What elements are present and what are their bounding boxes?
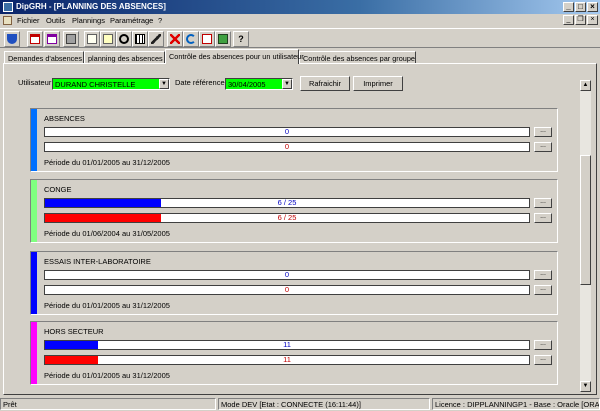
maximize-icon[interactable]: □ xyxy=(575,2,586,12)
used-bar-value: 0 xyxy=(284,270,290,279)
edit-icon[interactable] xyxy=(148,31,164,47)
user-label: Utilisateur xyxy=(18,78,52,87)
details-button[interactable]: ... xyxy=(534,198,552,208)
grid-icon[interactable] xyxy=(132,31,148,47)
date-select[interactable]: 30/04/2005 ▼ xyxy=(225,78,293,90)
used-bar: 0 xyxy=(44,127,530,137)
taken-bar: 0 xyxy=(44,285,530,295)
user-select-value: DURAND CHRISTELLE xyxy=(55,80,136,89)
card-color-stripe xyxy=(31,322,37,384)
mail-icon[interactable] xyxy=(84,31,100,47)
card-color-stripe xyxy=(31,252,37,314)
details-button[interactable]: ... xyxy=(534,340,552,350)
card-title: ABSENCES xyxy=(44,114,85,123)
card-color-stripe xyxy=(31,109,37,171)
remove-document-icon[interactable] xyxy=(199,31,215,47)
window-title: DipGRH - [PLANNING DES ABSENCES] xyxy=(16,2,166,11)
taken-bar-value: 0 xyxy=(284,142,290,151)
date-label: Date référence xyxy=(175,78,225,87)
details-button[interactable]: ... xyxy=(534,213,552,223)
shield-icon[interactable] xyxy=(4,31,20,47)
status-mode: Mode DEV [Etat : CONNECTE (16:11:44)] xyxy=(218,398,430,410)
used-bar-value: 0 xyxy=(284,127,290,136)
book-icon[interactable] xyxy=(215,31,231,47)
card-title: ESSAIS INTER-LABORATOIRE xyxy=(44,257,151,266)
taken-bar: 11 xyxy=(44,355,530,365)
taken-bar-value: 11 xyxy=(283,355,291,364)
taken-bar-value: 0 xyxy=(284,285,290,294)
details-button[interactable]: ... xyxy=(534,142,552,152)
calendar-icon[interactable] xyxy=(27,31,43,47)
help-button[interactable]: ? xyxy=(233,31,249,47)
user-select[interactable]: DURAND CHRISTELLE ▼ xyxy=(52,78,170,90)
calendar-group-icon[interactable] xyxy=(44,31,60,47)
details-button[interactable]: ... xyxy=(534,355,552,365)
card-hors-secteur: HORS SECTEUR 11 ... 11 ... Période du 01… xyxy=(30,321,558,385)
menu-bar: Fichier Outils Plannings Paramétrage ? xyxy=(0,14,600,27)
status-bar: Prêt Mode DEV [Etat : CONNECTE (16:11:44… xyxy=(0,397,600,411)
refresh-button[interactable]: Rafraichir xyxy=(300,76,350,91)
document-icon[interactable] xyxy=(100,31,116,47)
card-period: Période du 01/06/2004 au 31/05/2005 xyxy=(44,229,170,238)
title-bar: DipGRH - [PLANNING DES ABSENCES] _ □ × xyxy=(0,0,600,14)
menu-help[interactable]: ? xyxy=(158,16,162,25)
card-conge: CONGE 6 / 25 ... 6 / 25 ... Période du 0… xyxy=(30,179,558,243)
used-bar: 0 xyxy=(44,270,530,280)
details-button[interactable]: ... xyxy=(534,127,552,137)
toolbar: ? xyxy=(0,28,600,48)
minimize-icon[interactable]: _ xyxy=(563,2,574,12)
taken-bar: 0 xyxy=(44,142,530,152)
refresh-icon[interactable] xyxy=(183,31,199,47)
card-title: CONGE xyxy=(44,185,72,194)
child-close-icon[interactable]: × xyxy=(587,15,598,25)
child-minimize-icon[interactable]: _ xyxy=(563,15,574,25)
card-title: HORS SECTEUR xyxy=(44,327,104,336)
close-icon[interactable]: × xyxy=(587,2,598,12)
chevron-down-icon[interactable]: ▼ xyxy=(282,79,292,89)
scroll-thumb[interactable] xyxy=(580,155,591,285)
print-icon[interactable] xyxy=(63,31,79,47)
app-icon xyxy=(3,2,13,12)
used-bar-value: 11 xyxy=(283,340,291,349)
tab-controle-utilisateur[interactable]: Contrôle des absences pour un utilisateu… xyxy=(165,49,304,64)
status-ready: Prêt xyxy=(0,398,216,410)
menu-parametrage[interactable]: Paramétrage xyxy=(110,16,153,25)
status-licence: Licence : DIPPLANNINGP1 - Base : Oracle … xyxy=(432,398,600,410)
taken-bar-value: 6 / 25 xyxy=(277,213,297,222)
card-period: Période du 01/01/2005 au 31/12/2005 xyxy=(44,371,170,380)
card-period: Période du 01/01/2005 au 31/12/2005 xyxy=(44,158,170,167)
chevron-down-icon[interactable]: ▼ xyxy=(159,79,169,89)
used-bar-value: 6 / 25 xyxy=(277,198,297,207)
delete-icon[interactable] xyxy=(167,31,183,47)
menu-fichier[interactable]: Fichier xyxy=(17,16,40,25)
menu-outils[interactable]: Outils xyxy=(46,16,65,25)
card-color-stripe xyxy=(31,180,37,242)
child-restore-icon[interactable]: ❐ xyxy=(575,15,586,25)
vertical-scrollbar[interactable]: ▲ ▼ xyxy=(580,80,591,392)
card-period: Période du 01/01/2005 au 31/12/2005 xyxy=(44,301,170,310)
print-button[interactable]: Imprimer xyxy=(353,76,403,91)
taken-bar: 6 / 25 xyxy=(44,213,530,223)
date-select-value: 30/04/2005 xyxy=(228,80,266,89)
details-button[interactable]: ... xyxy=(534,270,552,280)
used-bar: 11 xyxy=(44,340,530,350)
scroll-up-icon[interactable]: ▲ xyxy=(580,80,591,91)
card-essais-inter-laboratoire: ESSAIS INTER-LABORATOIRE 0 ... 0 ... Pér… xyxy=(30,251,558,315)
card-absences: ABSENCES 0 ... 0 ... Période du 01/01/20… xyxy=(30,108,558,172)
power-icon[interactable] xyxy=(116,31,132,47)
scroll-down-icon[interactable]: ▼ xyxy=(580,381,591,392)
document-icon[interactable] xyxy=(3,16,12,25)
used-bar: 6 / 25 xyxy=(44,198,530,208)
menu-plannings[interactable]: Plannings xyxy=(72,16,105,25)
details-button[interactable]: ... xyxy=(534,285,552,295)
